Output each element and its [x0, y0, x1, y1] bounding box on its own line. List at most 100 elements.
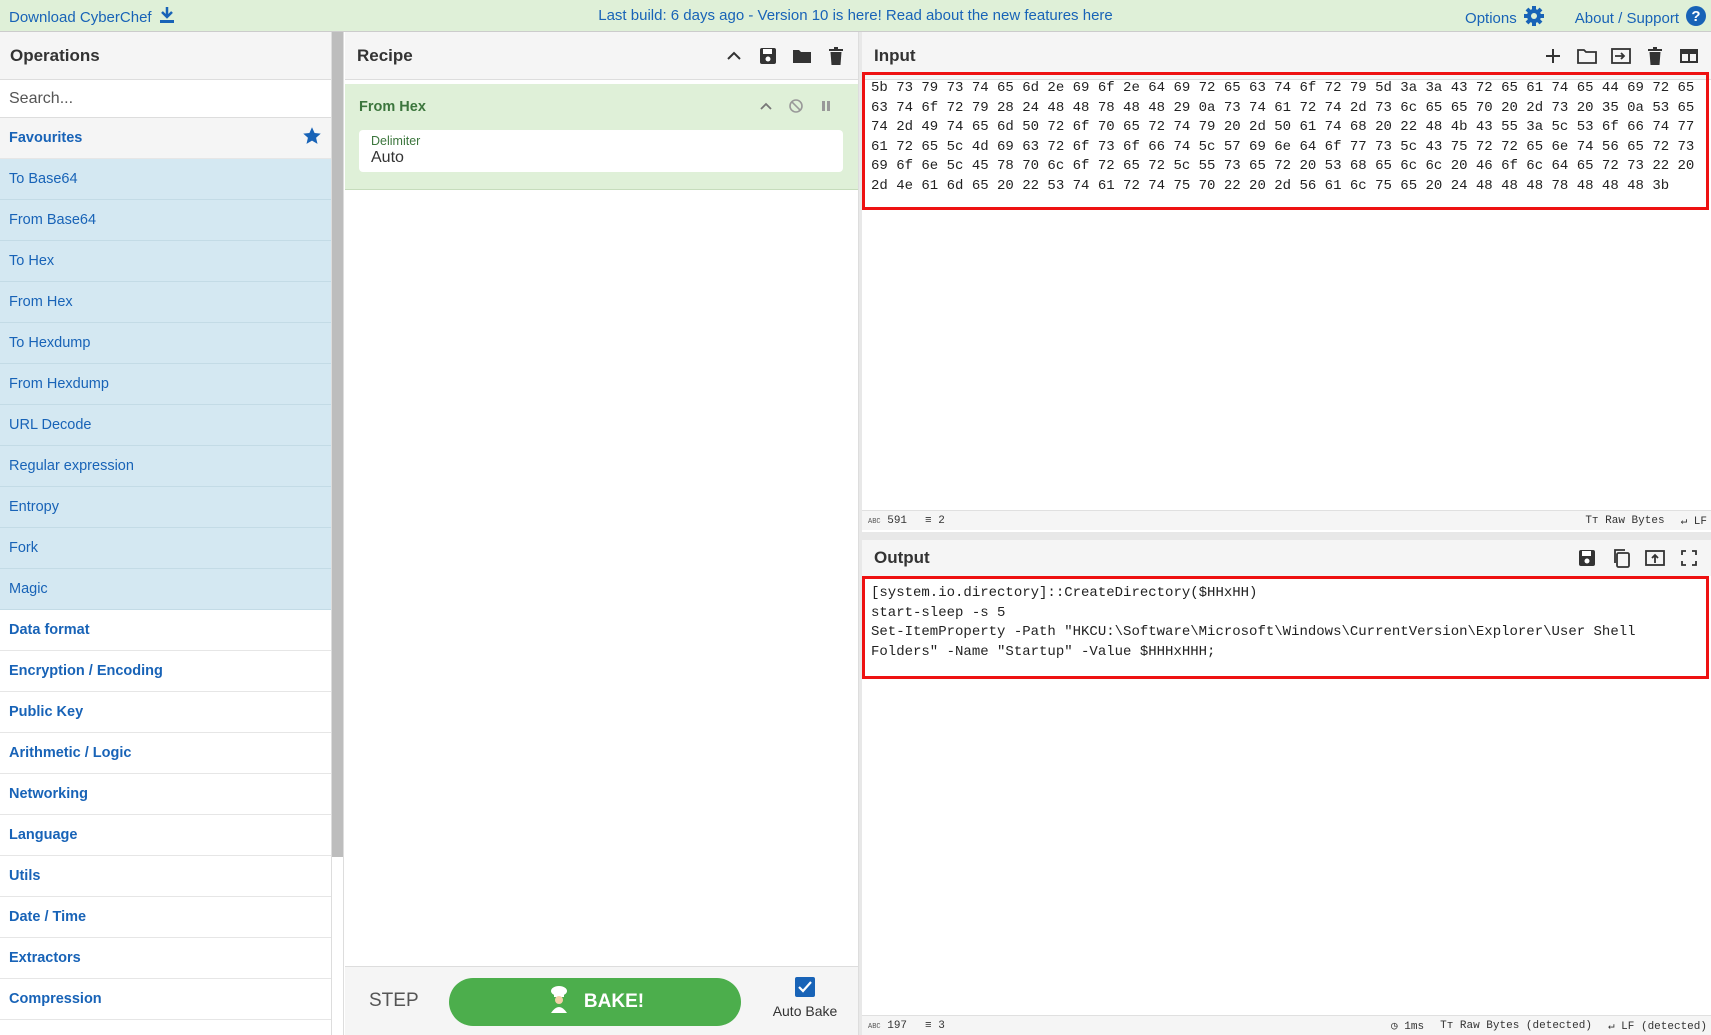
output-title: Output: [874, 548, 930, 567]
disable-icon[interactable]: [786, 96, 806, 116]
output-lines-indicator: ≡ 3: [925, 1020, 945, 1032]
output-encoding[interactable]: Tт Raw Bytes (detected): [1440, 1020, 1592, 1032]
category-item[interactable]: Networking: [0, 774, 331, 815]
recipe-operation-from-hex[interactable]: From Hex Delimiter Auto: [345, 84, 858, 190]
category-item[interactable]: Encryption / Encoding: [0, 651, 331, 692]
input-encoding-label: Raw Bytes: [1605, 514, 1665, 527]
operations-title: Operations: [0, 32, 331, 80]
options-label[interactable]: Options: [1465, 10, 1517, 27]
input-textarea[interactable]: 5b 73 79 73 74 65 6d 2e 69 6f 2e 64 69 7…: [862, 72, 1709, 210]
input-length: 591: [887, 514, 908, 527]
output-length: 197: [887, 1019, 908, 1032]
output-textarea[interactable]: [system.io.directory]::CreateDirectory($…: [862, 576, 1709, 679]
output-line: start-sleep -s 5: [871, 604, 1006, 621]
clock-icon: ◷: [1391, 1020, 1398, 1033]
copy-icon[interactable]: [1611, 548, 1631, 568]
collapse-icon[interactable]: [756, 96, 776, 116]
add-tab-icon[interactable]: [1543, 46, 1563, 66]
open-folder-icon[interactable]: [1577, 46, 1597, 66]
input-statusbar: ABC 591 ≡ 2 Tт Raw Bytes ↵ LF: [862, 510, 1711, 530]
output-header: Output: [862, 540, 1711, 576]
category-item[interactable]: Data format: [0, 610, 331, 651]
output-line-count: 3: [938, 1019, 945, 1032]
panel-gutter[interactable]: [343, 32, 344, 1035]
layout-icon[interactable]: [1679, 46, 1699, 66]
bake-button[interactable]: BAKE!: [449, 978, 741, 1026]
replace-input-icon[interactable]: [1645, 548, 1665, 568]
save-icon[interactable]: [758, 46, 778, 66]
open-file-icon[interactable]: [1611, 46, 1631, 66]
input-eol[interactable]: ↵ LF: [1681, 514, 1707, 528]
category-item[interactable]: Extractors: [0, 938, 331, 979]
maximise-icon[interactable]: [1679, 548, 1699, 568]
pause-icon[interactable]: [816, 96, 836, 116]
input-line-count: 2: [938, 514, 945, 527]
input-eol-label: LF: [1693, 515, 1707, 528]
input-line: 2d 4e 61 6d 65 20 22 53 74 61 72 74 75 7…: [871, 177, 1670, 194]
input-line: 63 74 6f 72 79 28 24 48 48 78 48 48 29 0…: [871, 99, 1695, 116]
operation-item[interactable]: URL Decode: [0, 405, 331, 446]
font-icon: Tт: [1585, 514, 1599, 527]
category-item[interactable]: Compression: [0, 979, 331, 1020]
operation-item[interactable]: From Base64: [0, 200, 331, 241]
input-line: 5b 73 79 73 74 65 6d 2e 69 6f 2e 64 69 7…: [871, 80, 1695, 96]
category-item[interactable]: Date / Time: [0, 897, 331, 938]
operation-item[interactable]: Entropy: [0, 487, 331, 528]
output-encoding-label: Raw Bytes (detected): [1459, 1019, 1592, 1032]
output-line: Folders" -Name "Startup" -Value $HHHxHHH…: [871, 643, 1216, 660]
step-button[interactable]: STEP: [369, 990, 419, 1012]
operation-item[interactable]: Fork: [0, 528, 331, 569]
category-favourites[interactable]: Favourites: [0, 118, 331, 159]
help-icon[interactable]: ?: [1685, 5, 1707, 31]
category-item[interactable]: Utils: [0, 856, 331, 897]
operation-item[interactable]: Magic: [0, 569, 331, 610]
operations-scrollbar[interactable]: [332, 32, 343, 857]
bake-time: ◷ 1ms: [1391, 1019, 1424, 1033]
operation-item[interactable]: To Base64: [0, 159, 331, 200]
download-icon: [159, 7, 174, 27]
operation-item[interactable]: Regular expression: [0, 446, 331, 487]
category-item[interactable]: Arithmetic / Logic: [0, 733, 331, 774]
chevron-up-icon[interactable]: [724, 46, 744, 66]
recipe-panel: Recipe From Hex Delimiter Auto STEP BAKE…: [345, 32, 859, 1035]
lines-indicator: ≡ 2: [925, 515, 945, 527]
gear-icon[interactable]: [1523, 5, 1545, 31]
operation-item[interactable]: To Hex: [0, 241, 331, 282]
return-icon: ↵: [1680, 515, 1688, 528]
output-eol-label: LF (detected): [1621, 1020, 1707, 1033]
output-eol[interactable]: ↵ LF (detected): [1608, 1019, 1707, 1033]
io-panel: Input 5b 73 79 73 74 65 6d 2e 69 6f 2e 6…: [862, 32, 1711, 1035]
abc-icon: ABC: [868, 517, 881, 526]
auto-bake-toggle[interactable]: Auto Bake: [765, 977, 845, 1019]
recipe-operation-name: From Hex: [359, 99, 426, 115]
search-input[interactable]: [9, 89, 322, 108]
folder-icon[interactable]: [792, 46, 812, 66]
auto-bake-label: Auto Bake: [772, 1003, 838, 1019]
delimiter-value[interactable]: Auto: [371, 149, 831, 167]
download-label: Download CyberChef: [9, 8, 152, 26]
build-notice-link[interactable]: Last build: 6 days ago - Version 10 is h…: [598, 7, 1113, 24]
category-item[interactable]: Language: [0, 815, 331, 856]
category-item[interactable]: Public Key: [0, 692, 331, 733]
operation-item[interactable]: From Hex: [0, 282, 331, 323]
clear-input-icon[interactable]: [1645, 46, 1665, 66]
download-link[interactable]: Download CyberChef: [9, 7, 174, 27]
auto-bake-checkbox[interactable]: [795, 977, 815, 997]
star-icon[interactable]: [302, 126, 322, 150]
operations-search: [0, 80, 331, 118]
top-banner: Download CyberChef Last build: 6 days ag…: [0, 0, 1711, 32]
chef-icon: [546, 985, 572, 1019]
operation-item[interactable]: From Hexdump: [0, 364, 331, 405]
operation-item[interactable]: To Hexdump: [0, 323, 331, 364]
input-line: 74 2d 49 74 65 6d 50 72 6f 70 65 72 74 7…: [871, 119, 1695, 136]
delimiter-field[interactable]: Delimiter Auto: [359, 130, 843, 172]
length-indicator: ABC 591: [868, 515, 907, 527]
recipe-header: Recipe: [345, 32, 858, 80]
input-encoding[interactable]: Tт Raw Bytes: [1585, 515, 1664, 527]
about-support-label[interactable]: About / Support: [1575, 10, 1679, 27]
svg-text:?: ?: [1691, 8, 1700, 25]
trash-icon[interactable]: [826, 46, 846, 66]
save-output-icon[interactable]: [1577, 548, 1597, 568]
delimiter-label: Delimiter: [371, 134, 421, 148]
io-resizer[interactable]: [862, 532, 1711, 540]
